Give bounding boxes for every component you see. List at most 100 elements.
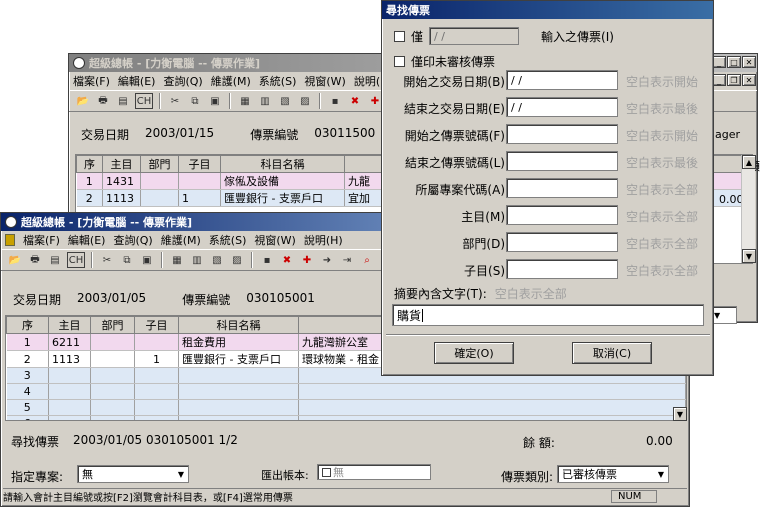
print-icon[interactable]: 🖶 — [27, 252, 43, 268]
only-date-input[interactable]: / / — [429, 27, 520, 45]
table-row[interactable]: 4 — [6, 383, 686, 400]
close-icon[interactable]: ✕ — [742, 56, 756, 68]
summary-input[interactable]: 購貨 — [392, 304, 704, 326]
scroll-up-icon[interactable]: ▲ — [742, 155, 756, 169]
new-icon[interactable]: ✚ — [299, 252, 315, 268]
unreviewed-checkbox[interactable] — [394, 56, 405, 67]
find-icon[interactable]: ⌕ — [359, 252, 375, 268]
menu-window[interactable]: 視窗(W) — [254, 232, 295, 248]
col-dept[interactable]: 部門 — [90, 316, 135, 334]
status-bar: 請輸入會計主目編號或按[F2]瀏覽會計科目表，或[F4]選常用傳票 NUM — [3, 488, 687, 504]
preview-icon[interactable]: ▤ — [115, 93, 131, 109]
app-icon — [5, 216, 17, 228]
table-icon[interactable]: ▥ — [257, 93, 273, 109]
find-row: 尋找傳票 2003/01/05 030105001 1/2 — [11, 433, 238, 450]
menu-query[interactable]: 查詢(Q) — [163, 73, 202, 89]
col-name[interactable]: 科目名稱 — [178, 316, 299, 334]
voucher-label: 傳票編號 — [182, 293, 231, 307]
print-icon[interactable]: 🖶 — [95, 93, 111, 109]
menu-edit[interactable]: 編輯(E) — [118, 73, 156, 89]
col-sub[interactable]: 子目 — [134, 316, 179, 334]
only-checkbox[interactable] — [394, 30, 405, 42]
save-icon[interactable]: ▪ — [327, 93, 343, 109]
report-icon[interactable]: ▧ — [277, 93, 293, 109]
export-checkbox[interactable] — [322, 467, 331, 477]
scroll-down-icon[interactable]: ▼ — [742, 249, 756, 263]
copy-icon[interactable]: ⧉ — [187, 93, 203, 109]
save-icon[interactable]: ▪ — [259, 252, 275, 268]
menu-file[interactable]: 檔案(F) — [73, 73, 110, 89]
col-name[interactable]: 科目名稱 — [220, 155, 345, 173]
menu-edit[interactable]: 編輯(E) — [68, 232, 106, 248]
menu-system[interactable]: 系統(S) — [209, 232, 247, 248]
cut-icon[interactable]: ✂ — [99, 252, 115, 268]
dialog-titlebar[interactable]: 尋找傳票 — [382, 1, 713, 19]
menu-help[interactable]: 說明(H) — [304, 232, 343, 248]
cancel-button[interactable]: 取消(C) — [572, 342, 652, 364]
table-row[interactable]: 5 — [6, 399, 686, 416]
open-icon[interactable]: 📂 — [7, 252, 23, 268]
project-code-input[interactable] — [506, 178, 618, 198]
sub-account-input[interactable] — [506, 259, 618, 279]
find-value: 2003/01/05 030105001 1/2 — [73, 433, 238, 447]
export-field[interactable]: 無 — [317, 464, 431, 480]
menu-file[interactable]: 檔案(F) — [23, 232, 60, 248]
menu-maintain[interactable]: 維護(M) — [161, 232, 201, 248]
col-main[interactable]: 主目 — [102, 155, 141, 173]
open-icon[interactable]: 📂 — [75, 93, 91, 109]
field-sub-account: 子目(S) 空白表示全部 — [382, 259, 715, 281]
dialog-divider — [386, 334, 710, 336]
minimize-icon[interactable]: _ — [712, 56, 726, 68]
ok-button[interactable]: 確定(O) — [434, 342, 514, 364]
col-sub[interactable]: 子目 — [178, 155, 221, 173]
copy-icon[interactable]: ⧉ — [119, 252, 135, 268]
back-grid-scrollbar[interactable]: ▲ ▼ — [741, 155, 756, 263]
menu-window[interactable]: 視窗(W) — [304, 73, 345, 89]
table-icon[interactable]: ▥ — [189, 252, 205, 268]
menu-system[interactable]: 系統(S) — [259, 73, 297, 89]
layout-icon[interactable]: ▨ — [297, 93, 313, 109]
paste-icon[interactable]: ▣ — [139, 252, 155, 268]
report-icon[interactable]: ▧ — [209, 252, 225, 268]
voucher-label: 傳票編號 — [250, 128, 299, 142]
delete-icon[interactable]: ✖ — [347, 93, 363, 109]
grid-icon[interactable]: ▦ — [237, 93, 253, 109]
cut-icon[interactable]: ✂ — [167, 93, 183, 109]
maximize-icon[interactable]: □ — [727, 56, 741, 68]
status-num: NUM — [611, 490, 657, 503]
right-overflow-text: ager — [715, 128, 741, 141]
type-select[interactable]: 已審核傳票 ▼ — [557, 465, 669, 483]
main-account-input[interactable] — [506, 205, 618, 225]
table-row[interactable]: 6 — [6, 415, 686, 420]
department-input[interactable] — [506, 232, 618, 252]
date-label: 交易日期 — [81, 128, 130, 142]
jump-icon[interactable]: ⇥ — [339, 252, 355, 268]
menu-maintain[interactable]: 維護(M) — [211, 73, 251, 89]
scroll-down-icon[interactable]: ▼ — [673, 407, 687, 421]
col-dept[interactable]: 部門 — [140, 155, 179, 173]
col-main[interactable]: 主目 — [48, 316, 91, 334]
menu-query[interactable]: 查詢(Q) — [113, 232, 152, 248]
voucher-value: 03011500 — [314, 126, 376, 140]
ch-button[interactable]: CH — [135, 93, 153, 109]
find-label: 尋找傳票 — [11, 435, 60, 449]
summary-label: 摘要內含文字(T): — [394, 287, 487, 301]
field-main-account: 主目(M) 空白表示全部 — [382, 205, 715, 227]
start-voucher-input[interactable] — [506, 124, 618, 144]
delete-icon[interactable]: ✖ — [279, 252, 295, 268]
end-voucher-input[interactable] — [506, 151, 618, 171]
preview-icon[interactable]: ▤ — [47, 252, 63, 268]
paste-icon[interactable]: ▣ — [207, 93, 223, 109]
start-date-input[interactable]: / / — [506, 70, 618, 90]
end-date-input[interactable]: / / — [506, 97, 618, 117]
layout-icon[interactable]: ▨ — [229, 252, 245, 268]
mdi-restore-icon[interactable]: ❐ — [727, 74, 741, 86]
col-seq[interactable]: 序 — [76, 155, 103, 173]
next-icon[interactable]: ➜ — [319, 252, 335, 268]
back-right-value: 0.00 — [719, 193, 744, 206]
grid-icon[interactable]: ▦ — [169, 252, 185, 268]
mdi-close-icon[interactable]: ✕ — [742, 74, 756, 86]
project-select[interactable]: 無 ▼ — [77, 465, 189, 483]
col-seq[interactable]: 序 — [6, 316, 49, 334]
ch-button[interactable]: CH — [67, 252, 85, 268]
